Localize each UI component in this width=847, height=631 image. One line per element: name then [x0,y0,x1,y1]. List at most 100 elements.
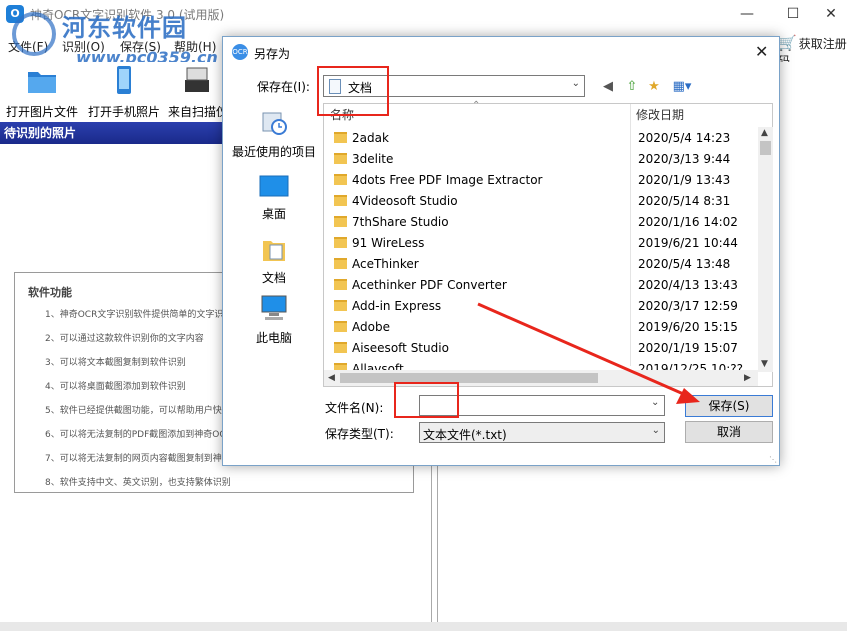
file-date: 2020/1/19 15:07 [638,341,738,355]
filetype-select[interactable]: 文本文件(*.txt) ⌄ [419,422,665,443]
filetype-value: 文本文件(*.txt) [423,428,507,442]
feature-title: 软件功能 [28,286,72,299]
scanner-button[interactable]: 来自扫描仪 [168,62,226,120]
annotation-box-filename [394,382,459,418]
vertical-scroll-thumb[interactable] [760,141,771,155]
file-name: 4dots Free PDF Image Extractor [352,173,543,187]
file-name: AceThinker [352,257,419,271]
list-item[interactable]: 4Videosoft Studio 2020/5/14 8:31 [330,191,754,212]
place-this-pc-label: 此电脑 [255,331,292,345]
file-date: 2020/5/4 13:48 [638,257,731,271]
back-icon[interactable]: ◀ [599,78,617,96]
chevron-down-icon[interactable]: ⌄ [651,397,659,408]
list-item[interactable]: Add-in Express 2020/3/17 12:59 [330,296,754,317]
cancel-button[interactable]: 取消 [685,421,773,443]
list-item[interactable]: 2adak 2020/5/4 14:23 [330,128,754,149]
file-date: 2020/4/13 13:43 [638,278,738,292]
folder-icon [334,153,347,164]
place-recent[interactable]: 最近使用的项目 [229,107,319,160]
list-item[interactable]: Aiseesoft Studio 2020/1/19 15:07 [330,338,754,359]
phone-icon [117,66,131,94]
list-item[interactable]: 7thShare Studio 2020/1/16 14:02 [330,212,754,233]
horizontal-scrollbar[interactable]: ◀ ▶ [324,370,758,386]
folder-icon [334,363,347,370]
dialog-close-button[interactable]: ✕ [755,42,768,61]
scroll-up-icon[interactable]: ▲ [761,128,768,138]
place-recent-label: 最近使用的项目 [231,145,316,159]
cart-icon: 🛒 [778,34,797,52]
dialog-title: 另存为 [254,47,291,61]
computer-icon [261,295,287,320]
view-menu-icon[interactable]: ▦▾ [669,78,695,96]
chevron-down-icon: ⌄ [651,425,660,436]
place-desktop[interactable]: 桌面 [229,175,319,222]
file-name: 4Videosoft Studio [352,194,458,208]
close-button[interactable]: ✕ [811,2,847,26]
chevron-down-icon: ⌄ [571,78,580,89]
feature-line: 5、软件已经提供截图功能，可以帮助用户快速 [45,406,231,416]
place-documents[interactable]: 文档 [229,235,319,286]
file-name: 7thShare Studio [352,215,449,229]
file-date: 2020/3/17 12:59 [638,299,738,313]
open-phone-button[interactable]: 打开手机照片 [86,62,162,120]
file-name: Allavsoft [352,362,404,370]
dialog-titlebar: OCR 另存为 ✕ [223,37,779,67]
list-item[interactable]: Adobe 2019/6/20 15:15 [330,317,754,338]
folder-icon [334,195,347,206]
file-date: 2020/5/4 14:23 [638,131,731,145]
folder-icon [28,72,56,93]
scroll-down-icon[interactable]: ▼ [761,359,768,369]
list-item[interactable]: 4dots Free PDF Image Extractor 2020/1/9 1… [330,170,754,191]
file-date: 2019/12/25 10:?? [638,362,744,370]
file-date: 2020/5/14 8:31 [638,194,731,208]
recent-items-icon [262,112,287,135]
file-name: Acethinker PDF Converter [352,278,507,292]
folder-icon [334,300,347,311]
scroll-right-icon[interactable]: ▶ [744,373,751,383]
feature-line: 2、可以通过这款软件识别你的文字内容 [45,334,204,344]
scroll-left-icon[interactable]: ◀ [328,373,335,383]
list-item[interactable]: AceThinker 2020/5/4 13:48 [330,254,754,275]
up-folder-icon[interactable]: ⇧ [623,78,641,96]
file-name: 91 WireLess [352,236,425,250]
folder-icon [334,174,347,185]
save-button[interactable]: 保存(S) [685,395,773,417]
status-bar [0,622,847,631]
filetype-label: 保存类型(T): [325,427,394,441]
file-list: 名称 修改日期 ⌃ 2adak 2020/5/4 14:23 3delite 202… [323,100,773,387]
file-date: 2019/6/20 15:15 [638,320,738,334]
new-folder-icon[interactable]: ★ [645,78,663,96]
file-name: Adobe [352,320,390,334]
feature-line: 3、可以将文本截图复制到软件识别 [45,358,186,368]
minimize-button[interactable]: — [727,2,767,26]
file-date: 2020/1/16 14:02 [638,215,738,229]
folder-icon [334,342,347,353]
column-date[interactable]: 修改日期 [636,104,684,127]
scanner-label: 来自扫描仪 [168,105,226,119]
folder-icon [334,321,347,332]
maximize-button[interactable]: ☐ [773,2,813,26]
scanner-icon [185,67,209,92]
open-image-button[interactable]: 打开图片文件 [4,62,80,120]
list-item[interactable]: Acethinker PDF Converter 2020/4/13 13:43 [330,275,754,296]
resize-grip-icon[interactable]: ⋱ [769,455,777,464]
horizontal-scroll-thumb[interactable] [340,373,598,383]
feature-line: 8、软件支持中文、英文识别，也支持繁体识别 [45,478,231,488]
place-this-pc[interactable]: 此电脑 [229,293,319,346]
folder-icon [334,279,347,290]
file-name: Add-in Express [352,299,442,313]
annotation-box-save-in [317,66,389,116]
open-phone-label: 打开手机照片 [87,105,160,119]
folder-icon [334,216,347,227]
list-item[interactable]: Allavsoft 2019/12/25 10:?? [330,359,754,370]
open-image-label: 打开图片文件 [5,105,78,119]
vertical-scrollbar[interactable]: ▲ ▼ [758,127,773,372]
filename-label: 文件名(N): [325,401,384,415]
folder-icon [334,258,347,269]
place-desktop-label: 桌面 [261,207,286,221]
list-item[interactable]: 3delite 2020/3/13 9:44 [330,149,754,170]
save-as-dialog: OCR 另存为 ✕ 保存在(I): 文档 ⌄ ◀ ⇧ ★ ▦▾ 最近使用的项目 … [222,36,780,466]
feature-line: 4、可以将桌面截图添加到软件识别 [45,382,186,392]
list-item[interactable]: 91 WireLess 2019/6/21 10:44 [330,233,754,254]
file-date: 2020/1/9 13:43 [638,173,731,187]
